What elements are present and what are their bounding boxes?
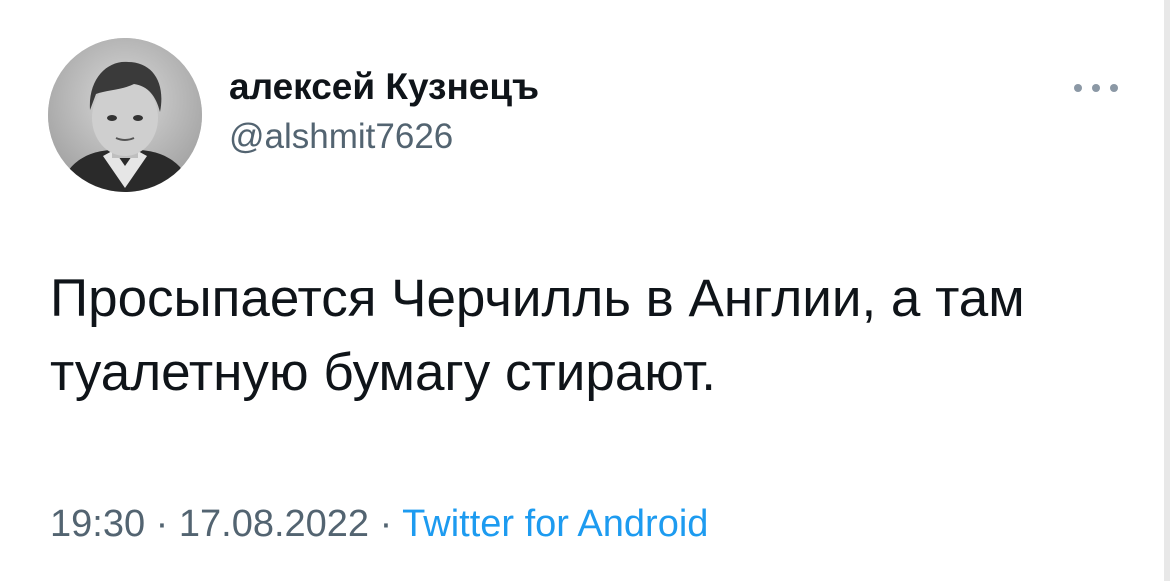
tweet-text: Просыпается Черчилль в Англии, а там туа… [50,269,1025,402]
tweet-card: алексей Кузнецъ @alshmit7626 Просыпается… [0,0,1170,581]
tweet-source-link[interactable]: Twitter for Android [402,503,708,545]
author-names: алексей Кузнецъ @alshmit7626 [229,66,539,159]
tweet-time[interactable]: 19:30 [50,503,145,545]
avatar[interactable] [48,38,202,192]
scroll-edge [1164,0,1170,581]
more-dot [1092,84,1100,92]
tweet-date[interactable]: 17.08.2022 [179,503,369,545]
meta-separator: · [155,503,179,545]
tweet-header: алексей Кузнецъ @alshmit7626 [48,38,539,192]
meta-separator: · [379,503,403,545]
more-options-icon[interactable] [1074,78,1118,98]
more-dot [1074,84,1082,92]
user-handle[interactable]: @alshmit7626 [229,115,539,159]
tweet-meta: 19:30 · 17.08.2022 · Twitter for Android [50,500,708,548]
avatar-photo-icon [48,38,202,192]
display-name[interactable]: алексей Кузнецъ [229,65,539,109]
more-dot [1110,84,1118,92]
